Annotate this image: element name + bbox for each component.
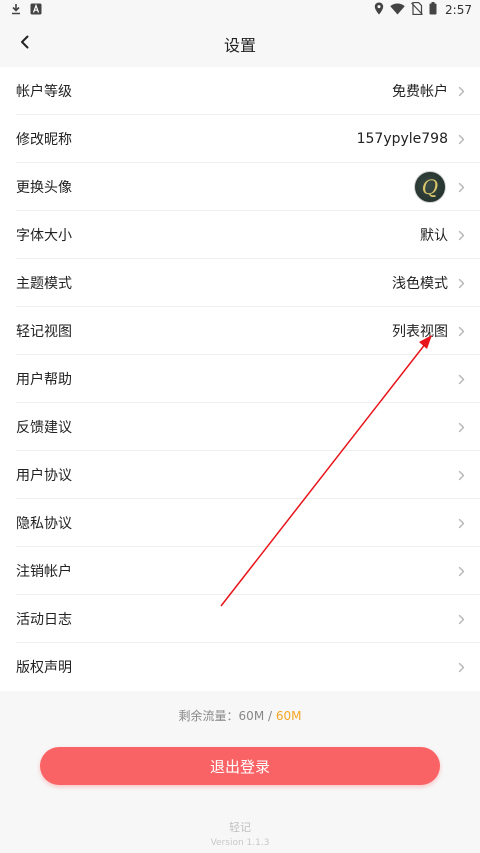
settings-row[interactable]: 字体大小 默认 <box>0 211 480 259</box>
chevron-right-icon <box>456 468 466 482</box>
a-box-icon <box>30 3 42 18</box>
logout-button[interactable]: 退出登录 <box>40 747 440 785</box>
chevron-right-icon <box>456 660 466 674</box>
settings-list: 帐户等级 免费帐户修改昵称 157ypyle798 更换头像 Q 字体大小 默认主题模式 浅色… <box>0 67 480 691</box>
settings-row[interactable]: 版权声明 <box>0 643 480 691</box>
chevron-right-icon <box>456 84 466 98</box>
back-button[interactable] <box>10 28 40 58</box>
nav-bar: 设置 <box>0 20 480 67</box>
settings-row-value: 浅色模式 <box>392 276 448 292</box>
chevron-right-icon <box>456 180 466 194</box>
settings-row-value: 157ypyle798 <box>356 131 448 147</box>
settings-row-label: 修改昵称 <box>16 132 72 148</box>
sim-off-icon <box>411 1 423 18</box>
logout-wrap: 退出登录 <box>0 747 480 785</box>
traffic-info: 剩余流量：60M / 60M <box>0 707 480 725</box>
settings-row-label: 注销帐户 <box>16 564 72 580</box>
chevron-right-icon <box>456 420 466 434</box>
status-bar-right: 2:57 <box>374 1 472 18</box>
traffic-separator: / <box>264 709 276 723</box>
avatar: Q <box>414 171 446 203</box>
settings-row-label: 帐户等级 <box>16 84 72 100</box>
settings-row-label: 隐私协议 <box>16 516 72 532</box>
settings-row-label: 版权声明 <box>16 660 72 676</box>
settings-row-label: 更换头像 <box>16 180 72 196</box>
settings-row-label: 活动日志 <box>16 612 72 628</box>
traffic-prefix: 剩余流量： <box>178 709 239 723</box>
download-icon <box>10 3 22 18</box>
location-icon <box>374 2 384 18</box>
settings-row-value: 免费帐户 <box>392 84 448 100</box>
settings-row-label: 轻记视图 <box>16 324 72 340</box>
settings-row[interactable]: 隐私协议 <box>0 499 480 547</box>
chevron-right-icon <box>456 132 466 146</box>
chevron-right-icon <box>456 228 466 242</box>
app-version: Version 1.1.3 <box>210 838 270 848</box>
settings-row-label: 字体大小 <box>16 228 72 244</box>
settings-row-label: 用户帮助 <box>16 372 72 388</box>
status-bar: 2:57 <box>0 0 480 20</box>
chevron-right-icon <box>456 324 466 338</box>
settings-row-value: 默认 <box>420 228 448 244</box>
battery-icon <box>429 2 437 18</box>
traffic-total: 60M <box>275 709 302 723</box>
settings-row[interactable]: 修改昵称 157ypyle798 <box>0 115 480 163</box>
page-title: 设置 <box>223 35 256 55</box>
settings-row[interactable]: 用户协议 <box>0 451 480 499</box>
settings-row[interactable]: 用户帮助 <box>0 355 480 403</box>
settings-row-value: 列表视图 <box>392 324 448 340</box>
settings-screen: 2:57 设置 帐户等级 免费帐户修改昵称 157ypyle798 更换头像 Q 字体大小… <box>0 0 480 853</box>
settings-row[interactable]: 轻记视图 列表视图 <box>0 307 480 355</box>
app-name: 轻记 <box>229 821 251 834</box>
settings-row[interactable]: 活动日志 <box>0 595 480 643</box>
settings-row-label: 反馈建议 <box>16 420 72 436</box>
wifi-icon <box>390 3 405 18</box>
settings-row-label: 用户协议 <box>16 468 72 484</box>
chevron-right-icon <box>456 564 466 578</box>
chevron-right-icon <box>456 276 466 290</box>
settings-row-label: 主题模式 <box>16 276 72 292</box>
chevron-right-icon <box>456 516 466 530</box>
settings-row[interactable]: 更换头像 Q <box>0 163 480 211</box>
chevron-right-icon <box>456 372 466 386</box>
chevron-right-icon <box>456 612 466 626</box>
status-bar-left <box>10 3 42 18</box>
settings-row[interactable]: 反馈建议 <box>0 403 480 451</box>
traffic-remaining: 60M <box>238 709 265 723</box>
status-time: 2:57 <box>445 3 472 17</box>
settings-row[interactable]: 主题模式 浅色模式 <box>0 259 480 307</box>
settings-row[interactable]: 帐户等级 免费帐户 <box>0 67 480 115</box>
settings-row[interactable]: 注销帐户 <box>0 547 480 595</box>
chevron-left-icon <box>20 34 30 53</box>
